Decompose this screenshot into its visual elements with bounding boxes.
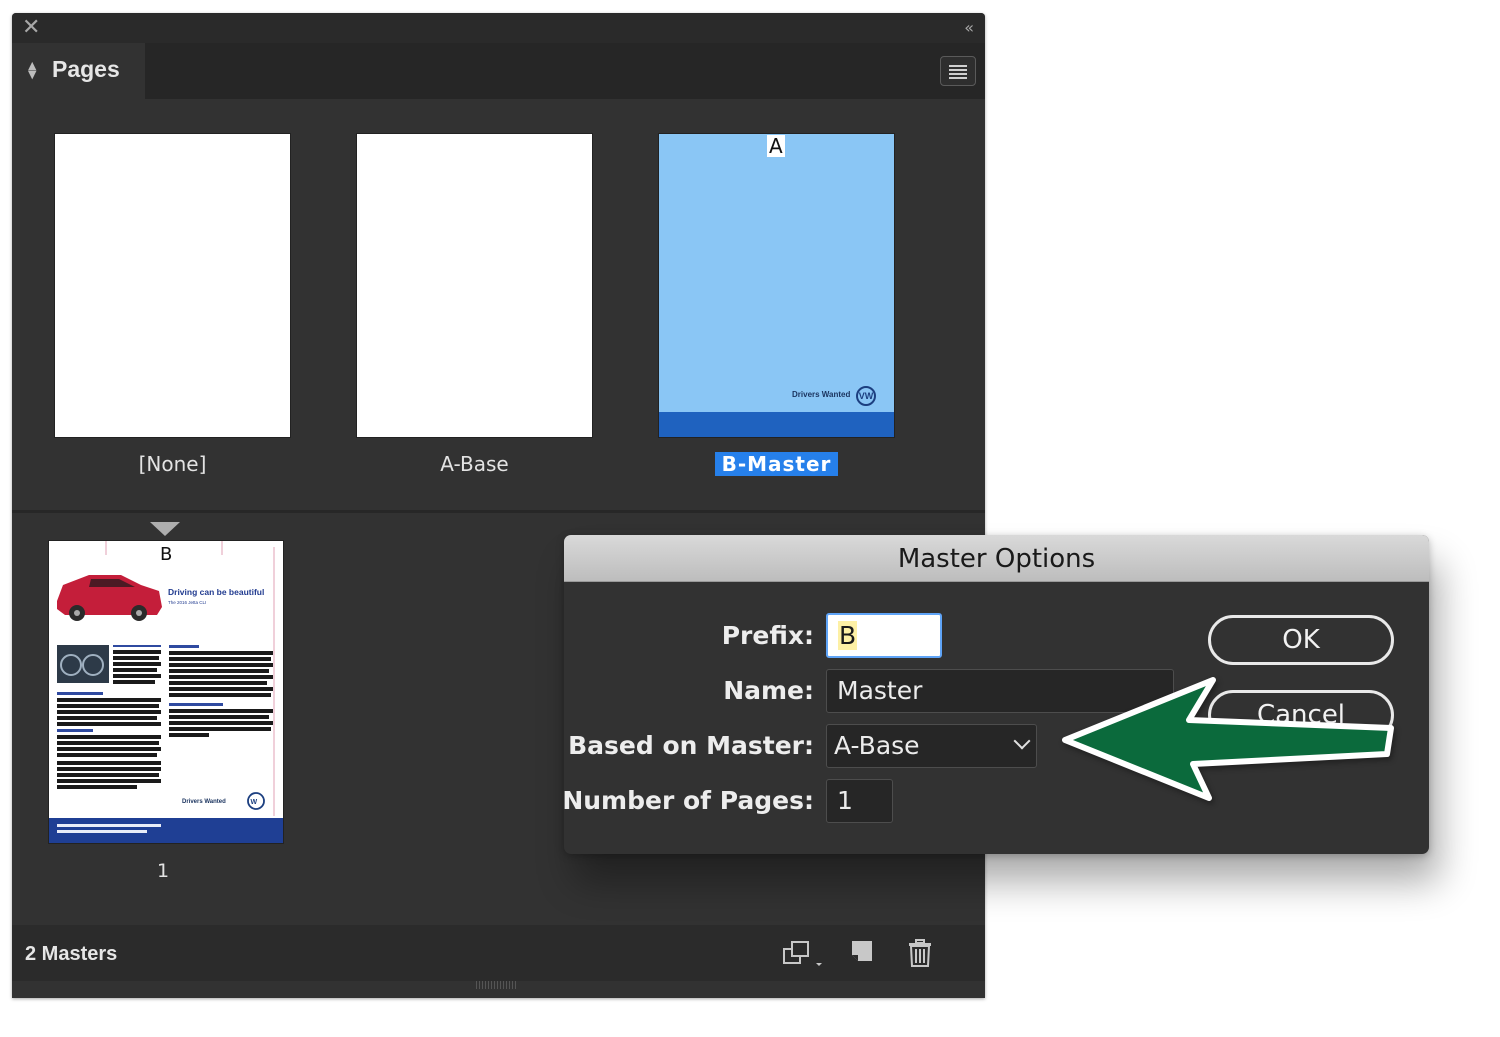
close-icon[interactable]: ✕	[22, 16, 40, 40]
panel-divider[interactable]	[12, 510, 985, 513]
master-thumb-a-base[interactable]	[356, 133, 593, 438]
edit-page-size-icon[interactable]	[782, 939, 824, 971]
panel-tab-bar: ▲ ▼ Pages	[12, 43, 985, 99]
vw-logo-icon: VW	[856, 386, 876, 406]
brand-tagline: Drivers Wanted	[792, 390, 851, 399]
prefix-label: Prefix:	[721, 621, 814, 650]
based-on-master-label: Based on Master:	[568, 731, 814, 760]
collapse-panel-icon[interactable]: ‹‹	[964, 18, 974, 37]
up-down-chevron-icon: ▲ ▼	[28, 59, 37, 81]
resize-grip[interactable]	[476, 981, 518, 989]
ok-button[interactable]: OK	[1208, 615, 1394, 665]
based-on-master-value: A-Base	[834, 731, 920, 760]
applied-master-prefix: A	[767, 134, 785, 158]
tab-pages[interactable]: ▲ ▼ Pages	[12, 43, 145, 99]
svg-text:W: W	[251, 799, 258, 806]
callout-arrow-icon	[1062, 677, 1394, 801]
name-label: Name:	[723, 676, 814, 705]
tab-pages-label: Pages	[52, 56, 120, 82]
prefix-value: B	[838, 621, 858, 650]
page-master-prefix: B	[160, 544, 172, 565]
page-insert-marker-icon	[150, 522, 180, 536]
panel-footer: 2 Masters	[12, 925, 985, 981]
master-label-a-base: A-Base	[440, 452, 509, 476]
master-label-b-master[interactable]: B-Master	[658, 452, 895, 476]
footer-band	[659, 412, 894, 437]
page-number: 1	[156, 860, 170, 882]
masters-count: 2 Masters	[25, 943, 118, 965]
document-page-thumb[interactable]: Driving can be beautiful The 2016 Jetta …	[48, 540, 284, 844]
trash-icon[interactable]	[907, 939, 933, 971]
number-of-pages-label: Number of Pages:	[564, 786, 814, 815]
ad-headline: Driving can be beautiful	[168, 587, 264, 597]
prefix-field[interactable]: B	[826, 613, 942, 658]
number-of-pages-value: 1	[837, 786, 853, 815]
based-on-master-select[interactable]: A-Base	[826, 724, 1037, 768]
new-page-icon[interactable]	[850, 939, 876, 971]
master-thumb-none[interactable]	[54, 133, 291, 438]
number-of-pages-field[interactable]: 1	[826, 779, 893, 823]
panel-menu-button[interactable]	[940, 56, 976, 86]
chevron-down-icon	[1013, 732, 1031, 750]
panel-title-bar: ✕ ‹‹	[12, 13, 985, 43]
dialog-title: Master Options	[564, 535, 1429, 582]
master-thumb-b-master[interactable]: A Drivers Wanted VW	[658, 133, 895, 438]
car-image	[57, 575, 162, 621]
master-label-none: [None]	[138, 452, 207, 476]
selected-master-label: B-Master	[714, 452, 839, 476]
page-brand-tagline: Drivers Wanted	[182, 799, 226, 805]
page-artwork: Driving can be beautiful The 2016 Jetta …	[49, 541, 283, 843]
ad-subhead: The 2016 Jetta CLI	[168, 600, 206, 605]
name-value: Master	[837, 676, 923, 705]
